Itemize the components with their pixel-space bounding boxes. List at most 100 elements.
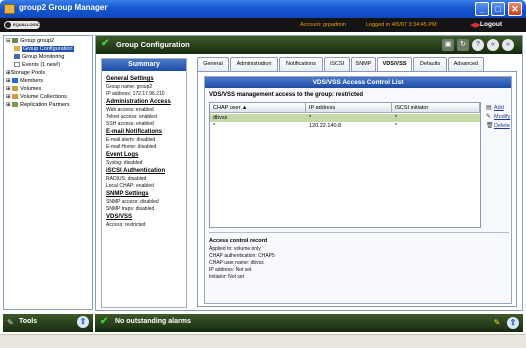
forward-icon[interactable]: » bbox=[502, 39, 514, 51]
summary-title: Summary bbox=[102, 59, 186, 71]
page-title: Group Configuration bbox=[116, 40, 190, 49]
summary-panel: Summary General Settings Group name: gro… bbox=[101, 58, 187, 308]
table-row[interactable]: dbvss * * bbox=[210, 114, 480, 122]
equallogic-logo: EQUALLOGIC bbox=[4, 21, 40, 29]
delete-button[interactable]: 🗑Delete bbox=[486, 122, 510, 129]
expand-up-icon[interactable]: ⇧ bbox=[77, 316, 89, 328]
summary-value: E-mail alerts: disabled bbox=[106, 137, 156, 143]
tree-item-storage-pools[interactable]: ⊞Storage Pools bbox=[6, 70, 45, 76]
volumes-icon bbox=[12, 86, 19, 91]
record-ip-address: IP address: Not set bbox=[209, 267, 252, 273]
tree-item-members[interactable]: ⊞ Members bbox=[6, 78, 43, 84]
summary-heading-snmp[interactable]: SNMP Settings bbox=[106, 191, 149, 197]
column-header-chap-user[interactable]: CHAP user ▲ bbox=[210, 103, 306, 113]
monitor-icon bbox=[14, 54, 20, 59]
check-icon: ✔ bbox=[100, 316, 109, 327]
tab-defaults[interactable]: Defaults bbox=[413, 57, 447, 71]
record-initiator: Initiator: Not set bbox=[209, 274, 245, 280]
modify-button[interactable]: ✎ Modify bbox=[486, 113, 510, 120]
trash-icon: 🗑 bbox=[486, 123, 494, 129]
tab-advanced[interactable]: Advanced bbox=[448, 57, 484, 71]
help-icon[interactable]: ? bbox=[472, 39, 484, 51]
main-panel: ✔ Group Configuration ▣ ↻ ? « » Summary … bbox=[95, 35, 523, 311]
summary-value: Syslog: disabled bbox=[106, 160, 143, 166]
summary-heading-general[interactable]: General Settings bbox=[106, 76, 154, 82]
app-icon bbox=[4, 4, 15, 14]
events-icon bbox=[14, 62, 20, 67]
wrench-icon bbox=[14, 46, 20, 51]
expand-up-icon[interactable]: ⇧ bbox=[507, 317, 519, 329]
record-chap-auth: CHAP authentication: CHAP5 bbox=[209, 253, 275, 259]
tab-vdsvss[interactable]: VDS/VSS bbox=[377, 57, 412, 72]
summary-heading-vdsvss[interactable]: VDS/VSS bbox=[106, 214, 132, 220]
summary-value: Group name: group2 bbox=[106, 84, 153, 90]
maximize-button[interactable]: □ bbox=[491, 2, 505, 16]
summary-value: Access: restricted bbox=[106, 222, 146, 228]
summary-heading-iscsi[interactable]: iSCSI Authentication bbox=[106, 168, 165, 174]
cell-ip-address: 120.22.140.8 bbox=[309, 123, 342, 129]
record-applied-to: Applied to: volume only bbox=[209, 246, 261, 252]
tab-general[interactable]: General bbox=[197, 57, 229, 71]
tools-bar[interactable]: ✎ Tools ⇧ bbox=[3, 314, 93, 332]
cell-chap-user: * bbox=[213, 123, 216, 129]
tab-snmp[interactable]: SNMP bbox=[351, 57, 376, 71]
summary-heading-email[interactable]: E-mail Notifications bbox=[106, 129, 162, 135]
tree-item-group-monitoring[interactable]: Group Monitoring bbox=[14, 54, 65, 60]
minimize-button[interactable]: _ bbox=[475, 2, 489, 16]
tab-administration[interactable]: Administration bbox=[230, 57, 278, 71]
summary-value: Telnet access: enabled bbox=[106, 114, 157, 120]
summary-value: E-mail Home: disabled bbox=[106, 144, 157, 150]
summary-heading-administration[interactable]: Administration Access bbox=[106, 99, 171, 105]
acl-title: VDS/VSS Access Control List bbox=[205, 77, 511, 88]
refresh-icon[interactable]: ↻ bbox=[457, 39, 469, 51]
tree-item-replication-partners[interactable]: ⊞ Replication Partners bbox=[6, 102, 70, 108]
close-button[interactable]: ✕ bbox=[508, 2, 522, 16]
acl-panel: VDS/VSS Access Control List VDS/VSS mana… bbox=[204, 76, 512, 304]
save-icon[interactable]: ▣ bbox=[442, 39, 454, 51]
tree-item-events[interactable]: Events (1 new!) bbox=[14, 62, 60, 68]
acl-table: CHAP user ▲ IP address iSCSI initiator d… bbox=[209, 102, 481, 228]
alarms-label: No outstanding alarms bbox=[115, 318, 191, 325]
summary-value: IP address: 172.17.96.210 bbox=[106, 91, 165, 97]
summary-value: Web access: enabled bbox=[106, 107, 154, 113]
add-button[interactable]: ▤ Add bbox=[486, 104, 504, 111]
add-icon: ▤ bbox=[486, 105, 492, 111]
tools-label: Tools bbox=[19, 318, 38, 325]
tree-item-group-configuration[interactable]: Group Configuration bbox=[14, 46, 74, 52]
check-icon: ✔ bbox=[101, 38, 110, 49]
tree-item-group[interactable]: ⊟ Group group2 bbox=[6, 38, 54, 44]
app-header: EQUALLOGIC Account: grpadmin Logged in 4… bbox=[0, 18, 526, 32]
tab-notifications[interactable]: Notifications bbox=[279, 57, 323, 71]
tree-item-volume-collections[interactable]: ⊞ Volume Collections bbox=[6, 94, 67, 100]
window-titlebar: group2 Group Manager _ □ ✕ bbox=[0, 0, 526, 18]
window-title: group2 Group Manager bbox=[19, 3, 108, 12]
alarms-bar[interactable]: ✔ No outstanding alarms ✎ ⇧ bbox=[95, 314, 523, 332]
logout-button[interactable]: Logout bbox=[480, 21, 502, 28]
tools-icon: ✎ bbox=[7, 318, 14, 327]
tab-content: VDS/VSS Access Control List VDS/VSS mana… bbox=[197, 71, 517, 307]
management-access-label: VDS/VSS management access to the group: … bbox=[209, 92, 364, 98]
cell-iscsi-initiator: * bbox=[395, 123, 398, 129]
column-header-iscsi-initiator[interactable]: iSCSI initiator bbox=[392, 103, 480, 113]
members-icon bbox=[12, 78, 19, 83]
tab-iscsi[interactable]: iSCSI bbox=[324, 57, 350, 71]
replication-icon bbox=[12, 102, 19, 107]
table-row[interactable]: * 120.22.140.8 * bbox=[210, 122, 480, 130]
access-control-record: Access control record Applied to: volume… bbox=[209, 232, 509, 300]
summary-value: SNMP traps: disabled bbox=[106, 206, 155, 212]
summary-value: Local CHAP: enabled bbox=[106, 183, 154, 189]
back-icon[interactable]: « bbox=[487, 39, 499, 51]
tree-item-volumes[interactable]: ⊞ Volumes bbox=[6, 86, 41, 92]
main-header: ✔ Group Configuration ▣ ↻ ? « » bbox=[96, 36, 522, 54]
summary-value: RADIUS: disabled bbox=[106, 176, 147, 182]
summary-heading-event-logs[interactable]: Event Logs bbox=[106, 152, 138, 158]
column-header-ip-address[interactable]: IP address bbox=[306, 103, 392, 113]
record-title: Access control record bbox=[209, 238, 268, 244]
status-bar bbox=[0, 334, 526, 348]
navigation-tree: ⊟ Group group2 Group Configuration Group… bbox=[3, 35, 93, 310]
account-label: Account: grpadmin bbox=[300, 22, 346, 28]
acknowledge-icon[interactable]: ✎ bbox=[491, 317, 503, 329]
summary-value: SSH access: enabled bbox=[106, 121, 154, 127]
cell-chap-user: dbvss bbox=[213, 115, 228, 121]
cell-iscsi-initiator: * bbox=[395, 115, 398, 121]
